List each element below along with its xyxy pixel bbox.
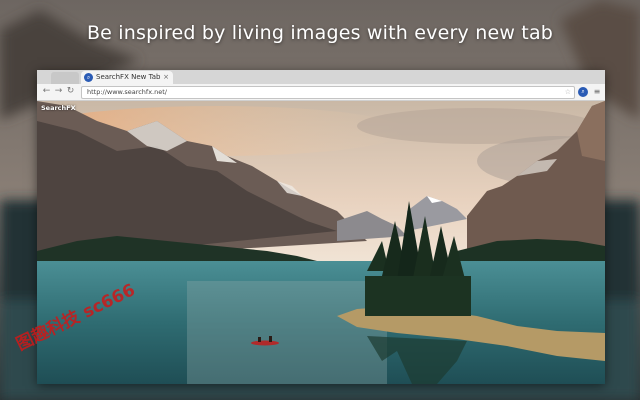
back-icon[interactable]: ← xyxy=(41,86,52,97)
tab-title: SearchFX New Tab xyxy=(96,73,161,81)
searchfx-logo: SearchFX xyxy=(41,104,76,112)
menu-icon[interactable]: ≡ xyxy=(592,86,602,97)
tab-searchfx[interactable]: ⌕ SearchFX New Tab × xyxy=(81,71,173,84)
searchfx-extension-icon[interactable]: ⌕ xyxy=(578,87,588,97)
landscape-image xyxy=(37,101,605,384)
browser-window: ⌕ SearchFX New Tab × ← → ↻ http://www.se… xyxy=(37,70,605,384)
headline: Be inspired by living images with every … xyxy=(86,22,554,44)
reload-icon[interactable]: ↻ xyxy=(65,86,76,97)
forward-icon[interactable]: → xyxy=(53,86,64,97)
new-tab-page: SearchFX xyxy=(37,101,605,384)
bookmark-star-icon[interactable]: ☆ xyxy=(565,87,571,98)
browser-toolbar: ← → ↻ http://www.searchfx.net/ ☆ ⌕ ≡ xyxy=(37,84,605,101)
close-icon[interactable]: × xyxy=(163,71,169,84)
address-url: http://www.searchfx.net/ xyxy=(87,88,167,96)
tab-strip: ⌕ SearchFX New Tab × xyxy=(37,70,605,84)
tab-ghost[interactable] xyxy=(51,72,79,84)
searchfx-icon: ⌕ xyxy=(84,73,93,82)
address-bar[interactable]: http://www.searchfx.net/ ☆ xyxy=(81,86,575,99)
